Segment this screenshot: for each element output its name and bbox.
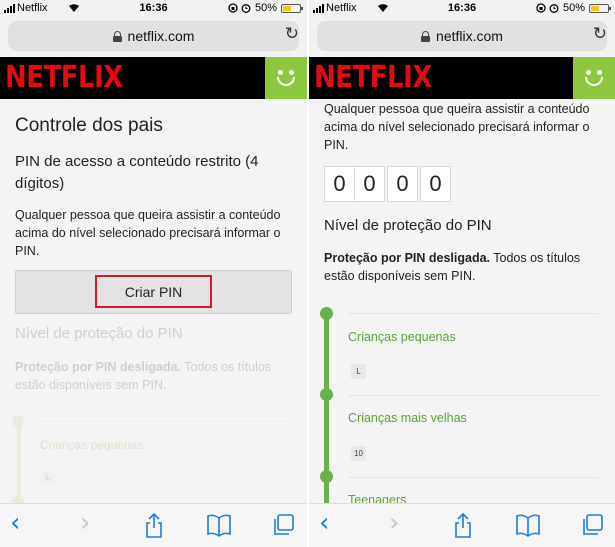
battery-percent: 50% — [254, 2, 277, 14]
level-dot — [12, 415, 24, 427]
reload-icon[interactable]: ↻ — [593, 24, 607, 44]
battery-icon — [281, 4, 303, 13]
status-bar: Netflix 16:36 50% — [309, 0, 615, 18]
level-label[interactable]: Crianças mais velhas — [348, 411, 467, 425]
level-track — [17, 419, 21, 503]
bookmarks-icon[interactable] — [207, 512, 231, 538]
back-icon[interactable]: ‹ — [319, 510, 329, 536]
protection-status-bold: Proteção por PIN desligada. — [324, 251, 491, 265]
lock-icon — [421, 30, 431, 42]
protection-status: Proteção por PIN desligada. Todos os tít… — [15, 358, 300, 394]
tabs-icon[interactable] — [581, 512, 603, 538]
avatar[interactable] — [265, 57, 307, 99]
left-content: Controle dos pais PIN de acesso a conteú… — [0, 99, 307, 503]
url-text: netflix.com — [127, 28, 195, 44]
netflix-header: NETFLIX — [0, 57, 307, 99]
pin-digit-field[interactable]: 0 — [354, 166, 385, 202]
pin-description: Qualquer pessoa que queira assistir a co… — [324, 102, 590, 152]
level-dot — [12, 495, 24, 503]
share-icon[interactable] — [455, 512, 471, 538]
level-label[interactable]: Teenagers — [348, 493, 406, 503]
level-dot[interactable] — [320, 307, 333, 320]
rating-badge: 10 — [351, 446, 366, 461]
pin-heading: PIN de acesso a conteúdo restrito (4 díg… — [15, 153, 259, 192]
orientation-lock-icon — [536, 3, 546, 13]
pin-digit-field[interactable]: 0 — [387, 166, 418, 202]
url-text: netflix.com — [436, 28, 503, 44]
protection-status: Proteção por PIN desligada. Todos os tít… — [324, 249, 604, 285]
address-bar[interactable]: netflix.com — [317, 21, 607, 51]
alarm-icon — [549, 4, 559, 13]
browser-toolbar: ‹ › — [0, 503, 307, 547]
pin-digit-field[interactable]: 0 — [324, 166, 355, 202]
rating-badge: L — [41, 471, 55, 485]
netflix-logo[interactable]: NETFLIX — [314, 61, 432, 96]
pin-bar: Criar PIN — [15, 270, 292, 314]
battery-icon — [589, 4, 611, 13]
right-screenshot: Netflix 16:36 50% netflix.com ↻ NETFLIX … — [309, 0, 615, 547]
reload-icon[interactable]: ↻ — [285, 24, 299, 44]
rating-badge: L — [351, 364, 366, 379]
page-title: Controle dos pais — [15, 115, 163, 136]
create-pin-button[interactable]: Criar PIN — [95, 275, 212, 308]
bookmarks-icon[interactable] — [516, 512, 540, 538]
battery-percent: 50% — [562, 2, 585, 14]
status-bar: Netflix 16:36 50% — [0, 0, 307, 18]
pin-description: Qualquer pessoa que queira assistir a co… — [15, 208, 281, 258]
right-content: Qualquer pessoa que queira assistir a co… — [309, 99, 615, 503]
avatar[interactable] — [573, 57, 615, 99]
alarm-icon — [241, 4, 251, 13]
pin-input: 0 0 0 0 — [324, 166, 451, 202]
level-label[interactable]: Crianças pequenas — [348, 330, 456, 344]
forward-icon[interactable]: › — [80, 510, 90, 536]
back-icon[interactable]: ‹ — [10, 510, 20, 536]
level-dot[interactable] — [320, 388, 333, 401]
share-icon[interactable] — [146, 512, 162, 538]
level-title: Nível de proteção do PIN — [15, 325, 183, 342]
pin-digit-field[interactable]: 0 — [420, 166, 451, 202]
forward-icon[interactable]: › — [389, 510, 399, 536]
netflix-header: NETFLIX — [309, 57, 615, 99]
orientation-lock-icon — [228, 3, 238, 13]
address-bar[interactable]: netflix.com — [8, 21, 299, 51]
protection-status-bold: Proteção por PIN desligada. — [15, 360, 182, 374]
tabs-icon[interactable] — [272, 512, 294, 538]
level-label: Crianças pequenas — [40, 438, 144, 452]
level-dot[interactable] — [320, 470, 333, 483]
level-title: Nível de proteção do PIN — [324, 217, 492, 234]
lock-icon — [112, 30, 122, 42]
left-screenshot: Netflix 16:36 50% netflix.com ↻ NETFLIX … — [0, 0, 307, 547]
netflix-logo[interactable]: NETFLIX — [5, 61, 123, 96]
browser-toolbar: ‹ › — [309, 503, 615, 547]
